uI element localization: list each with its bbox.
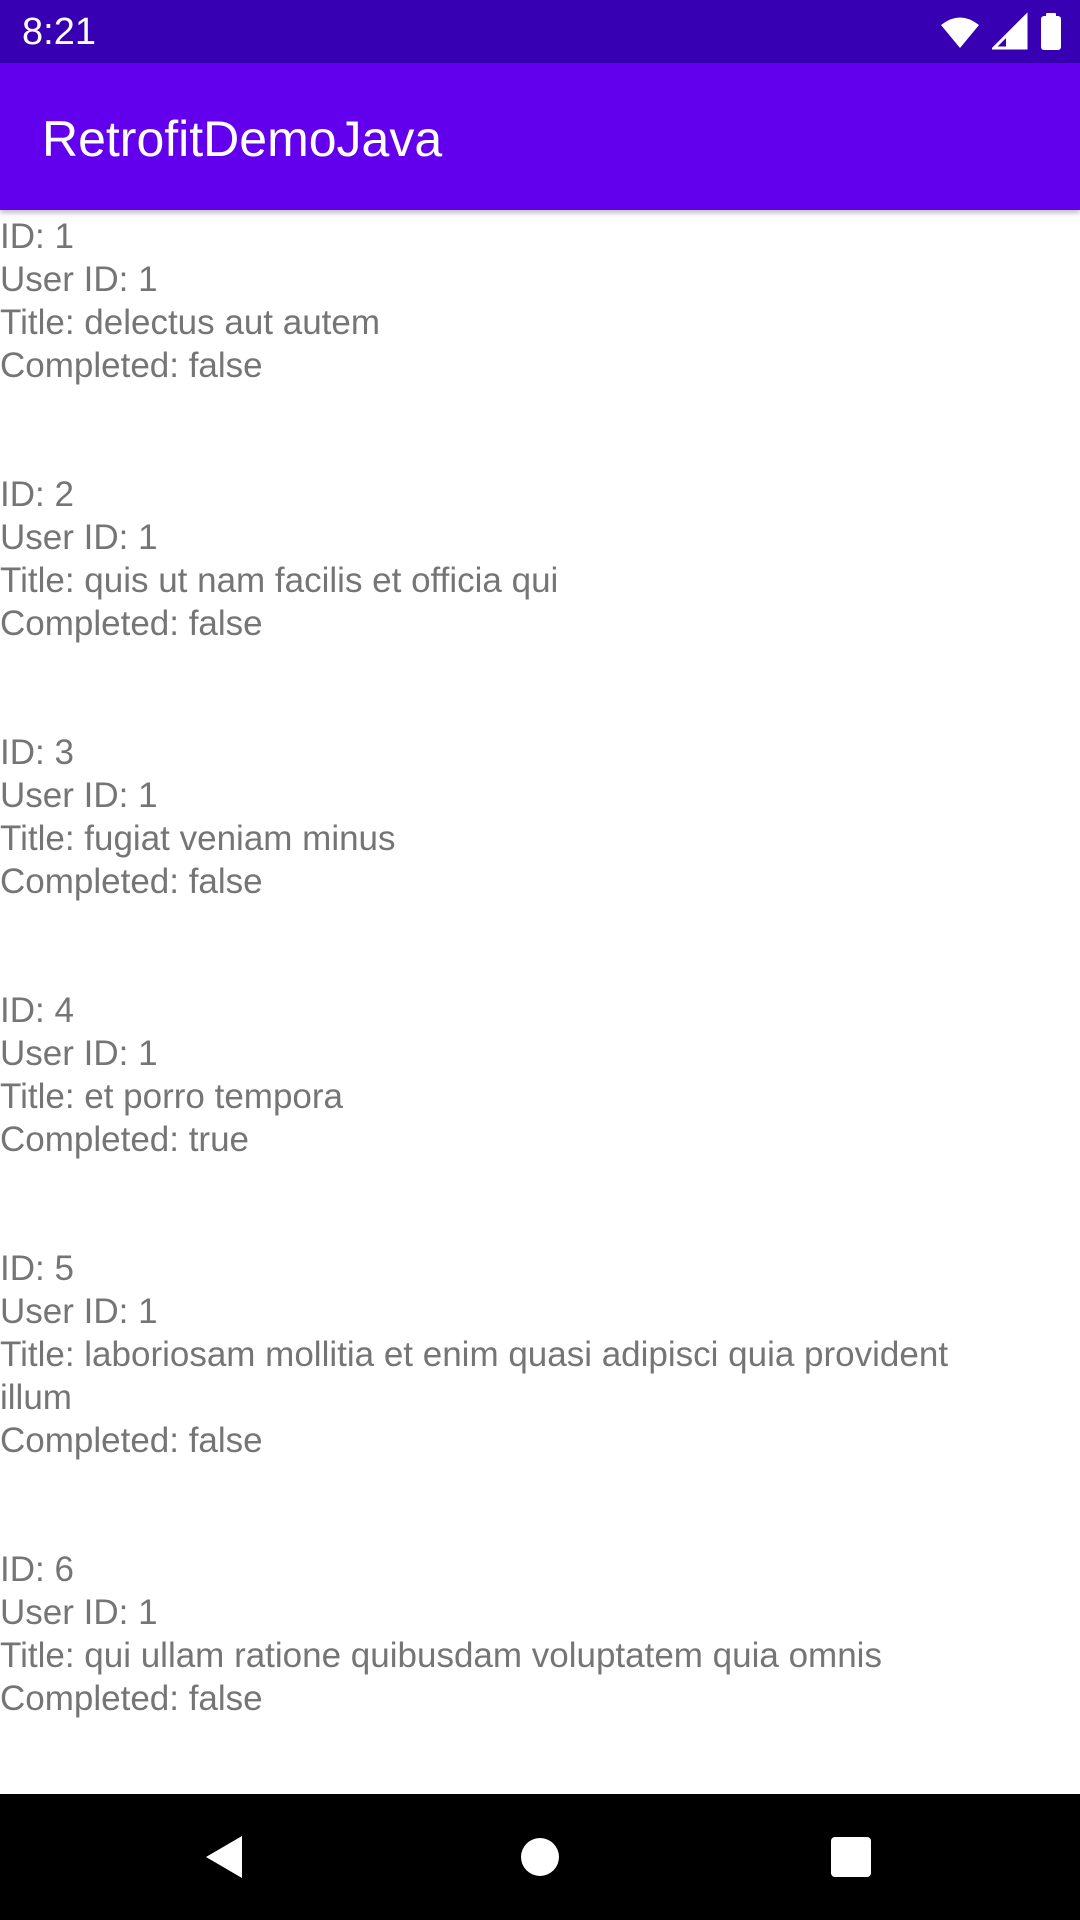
navigation-bar [0,1794,1080,1920]
recents-button[interactable] [826,1832,876,1882]
todo-list[interactable]: ID: 1 User ID: 1 Title: delectus aut aut… [0,215,1080,1794]
status-time: 8:21 [22,11,96,53]
todo-completed: Completed: true [0,1120,250,1159]
wifi-icon [940,12,980,52]
back-button[interactable] [200,1832,250,1882]
signal-icon [990,12,1028,52]
phone-screen: 8:21 RetrofitDemoJava ID: 1 User ID: 1 T… [0,0,1080,1920]
todo-title: Title: delectus aut autem [0,303,381,342]
todo-completed: Completed: false [0,1679,263,1718]
todo-item: ID: 5 User ID: 1 Title: laboriosam molli… [0,1247,1080,1548]
todo-item: ID: 3 User ID: 1 Title: fugiat veniam mi… [0,731,1080,989]
app-title: RetrofitDemoJava [42,111,443,167]
todo-title: Title: quis ut nam facilis et officia qu… [0,561,559,600]
todo-item: ID: 1 User ID: 1 Title: delectus aut aut… [0,215,1080,473]
todo-id: ID: 1 [0,217,74,256]
todo-id: ID: 3 [0,733,74,772]
todo-id: ID: 2 [0,475,74,514]
home-button[interactable] [515,1832,565,1882]
todo-user-id: User ID: 1 [0,518,158,557]
todo-completed: Completed: false [0,1421,263,1460]
todo-user-id: User ID: 1 [0,1593,158,1632]
todo-item: ID: 6 User ID: 1 Title: qui ullam ration… [0,1548,1080,1794]
recents-icon [831,1837,871,1877]
todo-item: ID: 2 User ID: 1 Title: quis ut nam faci… [0,473,1080,731]
todo-user-id: User ID: 1 [0,1034,158,1073]
app-bar: RetrofitDemoJava [0,63,1080,210]
todo-completed: Completed: false [0,862,263,901]
todo-user-id: User ID: 1 [0,260,158,299]
todo-title: Title: qui ullam ratione quibusdam volup… [0,1636,882,1675]
todo-title: Title: laboriosam mollitia et enim quasi… [0,1335,949,1417]
status-bar: 8:21 [0,0,1080,63]
todo-item: ID: 4 User ID: 1 Title: et porro tempora… [0,989,1080,1247]
todo-title: Title: et porro tempora [0,1077,344,1116]
battery-icon [1040,12,1062,52]
todo-completed: Completed: false [0,346,263,385]
todo-completed: Completed: false [0,604,263,643]
todo-user-id: User ID: 1 [0,1292,158,1331]
status-icons [940,12,1062,52]
todo-id: ID: 5 [0,1249,74,1288]
todo-id: ID: 6 [0,1550,74,1589]
todo-title: Title: fugiat veniam minus [0,819,396,858]
todo-user-id: User ID: 1 [0,776,158,815]
todo-id: ID: 4 [0,991,74,1030]
back-icon [206,1836,242,1878]
home-icon [521,1838,559,1876]
